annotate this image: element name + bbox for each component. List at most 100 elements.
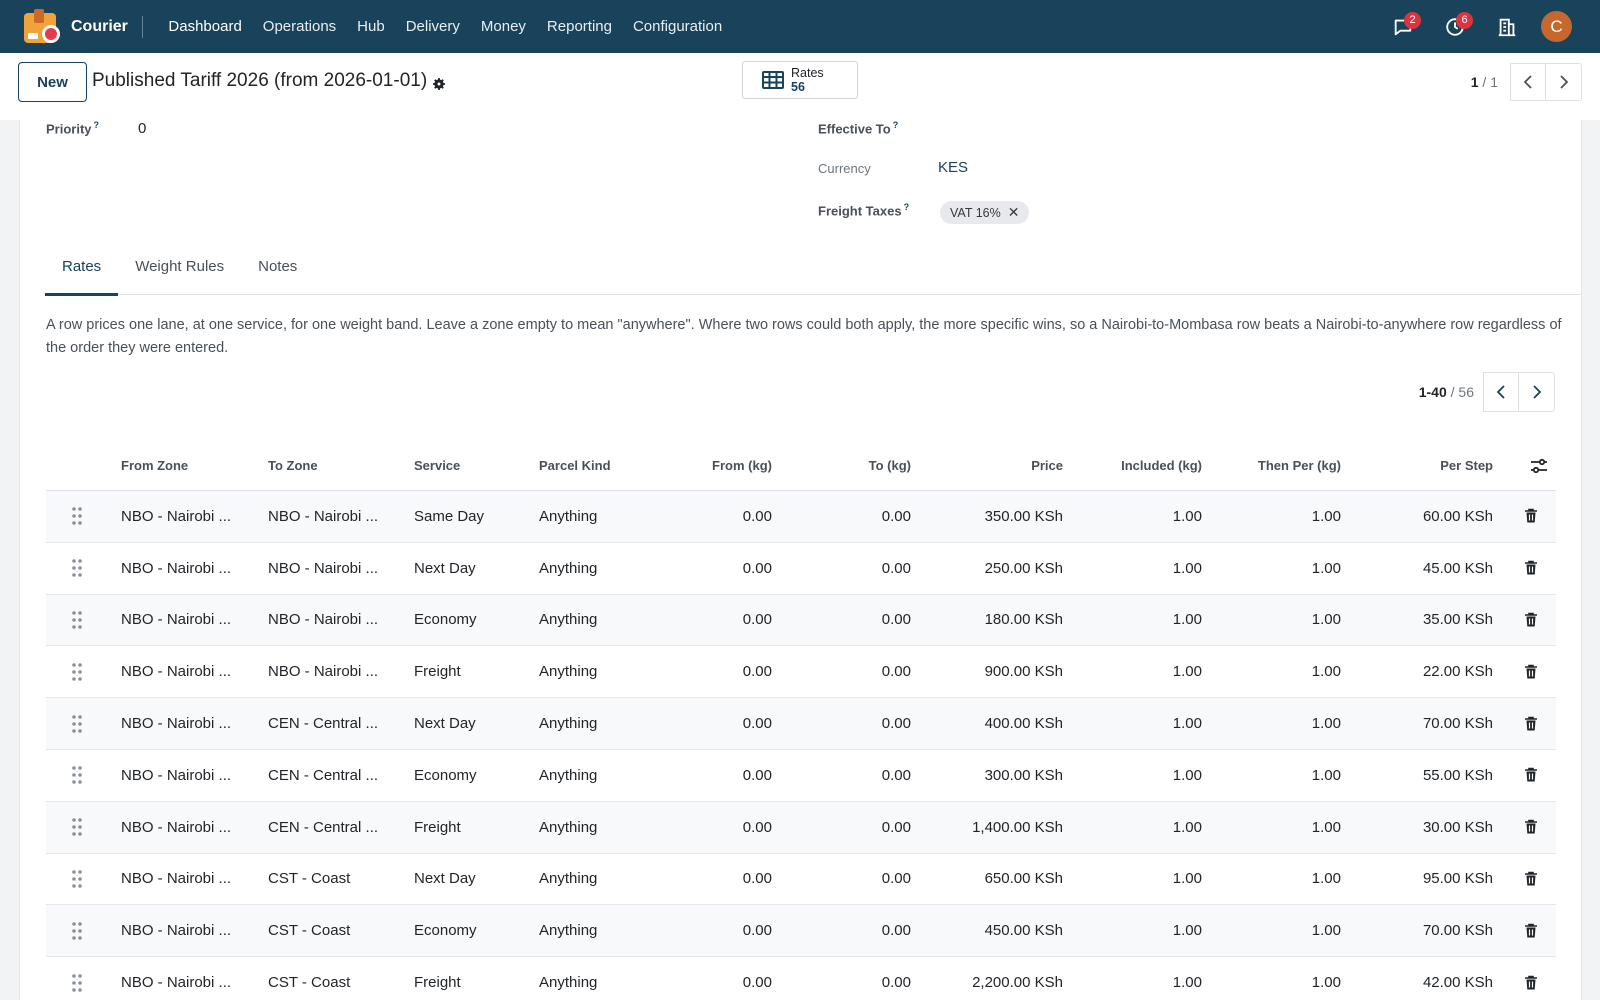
table-row[interactable]: NBO - Nairobi ... CST - Coast Next Day Anyt… xyxy=(46,854,1556,906)
cell-service[interactable]: Freight xyxy=(414,974,461,991)
cell-service[interactable]: Freight xyxy=(414,663,461,680)
cell-price[interactable]: 400.00 KSh xyxy=(985,715,1063,732)
cell-service[interactable]: Next Day xyxy=(414,870,476,887)
pager-next-button[interactable] xyxy=(1546,63,1582,101)
cell-from-zone[interactable]: NBO - Nairobi ... xyxy=(121,560,231,577)
drag-handle-icon[interactable] xyxy=(70,558,84,578)
cell-service[interactable]: Next Day xyxy=(414,560,476,577)
cell-to-kg[interactable]: 0.00 xyxy=(882,870,911,887)
table-row[interactable]: NBO - Nairobi ... CEN - Central ... Econom… xyxy=(46,750,1556,802)
cell-included-kg[interactable]: 1.00 xyxy=(1173,663,1202,680)
trash-icon[interactable] xyxy=(1524,560,1538,576)
cell-from-kg[interactable]: 0.00 xyxy=(743,922,772,939)
cell-from-zone[interactable]: NBO - Nairobi ... xyxy=(121,715,231,732)
cell-then-per-kg[interactable]: 1.00 xyxy=(1312,560,1341,577)
optional-columns-icon[interactable] xyxy=(1530,458,1548,474)
cell-from-zone[interactable]: NBO - Nairobi ... xyxy=(121,870,231,887)
cell-to-zone[interactable]: CST - Coast xyxy=(268,974,350,991)
help-tooltip-icon[interactable]: ? xyxy=(904,202,910,212)
drag-handle-icon[interactable] xyxy=(70,662,84,682)
drag-handle-icon[interactable] xyxy=(70,610,84,630)
menu-operations[interactable]: Operations xyxy=(252,18,346,35)
cell-from-kg[interactable]: 0.00 xyxy=(743,663,772,680)
cell-then-per-kg[interactable]: 1.00 xyxy=(1312,508,1341,525)
cell-included-kg[interactable]: 1.00 xyxy=(1173,715,1202,732)
cell-to-zone[interactable]: CST - Coast xyxy=(268,922,350,939)
cell-to-kg[interactable]: 0.00 xyxy=(882,508,911,525)
cell-to-kg[interactable]: 0.00 xyxy=(882,560,911,577)
menu-configuration[interactable]: Configuration xyxy=(622,18,732,35)
cell-parcel-kind[interactable]: Anything xyxy=(539,663,597,680)
column-header-from-zone[interactable]: From Zone xyxy=(121,458,188,473)
user-avatar[interactable]: C xyxy=(1541,11,1572,42)
cell-to-zone[interactable]: CST - Coast xyxy=(268,870,350,887)
cell-price[interactable]: 250.00 KSh xyxy=(985,560,1063,577)
list-pager-range[interactable]: 1-40 xyxy=(1419,384,1447,400)
cell-price[interactable]: 1,400.00 KSh xyxy=(972,819,1063,836)
cell-included-kg[interactable]: 1.00 xyxy=(1173,767,1202,784)
cell-from-zone[interactable]: NBO - Nairobi ... xyxy=(121,922,231,939)
messages-button[interactable]: 2 xyxy=(1377,0,1429,53)
cell-included-kg[interactable]: 1.00 xyxy=(1173,819,1202,836)
cell-per-step[interactable]: 60.00 KSh xyxy=(1423,508,1493,525)
drag-handle-icon[interactable] xyxy=(70,973,84,993)
cell-included-kg[interactable]: 1.00 xyxy=(1173,870,1202,887)
cell-then-per-kg[interactable]: 1.00 xyxy=(1312,870,1341,887)
cell-from-kg[interactable]: 0.00 xyxy=(743,560,772,577)
cell-from-kg[interactable]: 0.00 xyxy=(743,715,772,732)
cell-parcel-kind[interactable]: Anything xyxy=(539,922,597,939)
menu-hub[interactable]: Hub xyxy=(347,18,396,35)
cell-to-zone[interactable]: CEN - Central ... xyxy=(268,715,378,732)
cell-to-zone[interactable]: NBO - Nairobi ... xyxy=(268,560,378,577)
cell-service[interactable]: Economy xyxy=(414,922,477,939)
courier-logo-icon[interactable] xyxy=(22,7,62,47)
menu-delivery[interactable]: Delivery xyxy=(395,18,470,35)
cell-from-zone[interactable]: NBO - Nairobi ... xyxy=(121,767,231,784)
menu-money[interactable]: Money xyxy=(470,18,536,35)
cell-from-kg[interactable]: 0.00 xyxy=(743,611,772,628)
cell-to-kg[interactable]: 0.00 xyxy=(882,974,911,991)
cell-from-zone[interactable]: NBO - Nairobi ... xyxy=(121,974,231,991)
list-pager-previous-button[interactable] xyxy=(1483,372,1519,412)
cell-parcel-kind[interactable]: Anything xyxy=(539,767,597,784)
cell-then-per-kg[interactable]: 1.00 xyxy=(1312,611,1341,628)
help-tooltip-icon[interactable]: ? xyxy=(893,120,899,130)
cell-from-kg[interactable]: 0.00 xyxy=(743,819,772,836)
cell-per-step[interactable]: 22.00 KSh xyxy=(1423,663,1493,680)
drag-handle-icon[interactable] xyxy=(70,765,84,785)
cell-to-zone[interactable]: CEN - Central ... xyxy=(268,819,378,836)
cell-per-step[interactable]: 35.00 KSh xyxy=(1423,611,1493,628)
pager-current[interactable]: 1 xyxy=(1471,74,1479,90)
cell-included-kg[interactable]: 1.00 xyxy=(1173,974,1202,991)
cell-per-step[interactable]: 42.00 KSh xyxy=(1423,974,1493,991)
cell-then-per-kg[interactable]: 1.00 xyxy=(1312,663,1341,680)
trash-icon[interactable] xyxy=(1524,871,1538,887)
cell-parcel-kind[interactable]: Anything xyxy=(539,974,597,991)
table-row[interactable]: NBO - Nairobi ... CST - Coast Economy Anyth… xyxy=(46,905,1556,958)
drag-handle-icon[interactable] xyxy=(70,506,84,526)
trash-icon[interactable] xyxy=(1524,716,1538,732)
trash-icon[interactable] xyxy=(1524,819,1538,835)
cell-price[interactable]: 650.00 KSh xyxy=(985,870,1063,887)
cell-to-zone[interactable]: CEN - Central ... xyxy=(268,767,378,784)
activities-button[interactable]: 6 xyxy=(1429,0,1481,53)
column-header-from-kg[interactable]: From (kg) xyxy=(712,458,772,473)
table-row[interactable]: NBO - Nairobi ... NBO - Nairobi ... Freigh… xyxy=(46,646,1556,699)
pager-previous-button[interactable] xyxy=(1510,63,1546,101)
column-header-price[interactable]: Price xyxy=(1031,458,1063,473)
drag-handle-icon[interactable] xyxy=(70,869,84,889)
priority-field[interactable]: 0 xyxy=(138,120,146,137)
cell-then-per-kg[interactable]: 1.00 xyxy=(1312,974,1341,991)
rates-smart-button[interactable]: Rates 56 xyxy=(742,61,858,99)
table-row[interactable]: NBO - Nairobi ... CST - Coast Freight Anyth… xyxy=(46,957,1556,1000)
cell-price[interactable]: 900.00 KSh xyxy=(985,663,1063,680)
gear-icon[interactable] xyxy=(431,76,447,92)
company-switcher-button[interactable] xyxy=(1481,0,1533,53)
drag-handle-icon[interactable] xyxy=(70,817,84,837)
cell-then-per-kg[interactable]: 1.00 xyxy=(1312,767,1341,784)
cell-parcel-kind[interactable]: Anything xyxy=(539,560,597,577)
cell-to-zone[interactable]: NBO - Nairobi ... xyxy=(268,508,378,525)
trash-icon[interactable] xyxy=(1524,767,1538,783)
column-header-parcel-kind[interactable]: Parcel Kind xyxy=(539,458,611,473)
cell-parcel-kind[interactable]: Anything xyxy=(539,715,597,732)
